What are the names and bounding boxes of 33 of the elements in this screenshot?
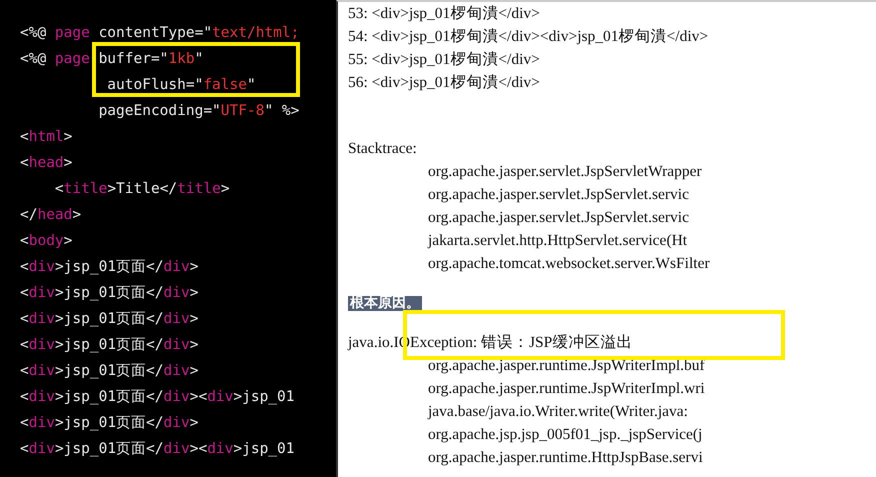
stack-frame: org.apache.jasper.servlet.JspServlet.servic — [348, 206, 876, 229]
stack-frame: org.apache.jasper.runtime.HttpJspBase.servi — [348, 446, 876, 469]
root-cause-heading: 根本原因。 — [348, 296, 422, 311]
source-line: 56: <div>jsp_01椤甸潰</div> — [348, 73, 541, 93]
code-line: <div>jsp_01页面</div> — [20, 414, 200, 433]
stack-frame: org.apache.jsp.jsp_005f01_jsp._jspService(j — [348, 423, 876, 446]
code-line: </head> — [20, 206, 82, 225]
code-line: <div>jsp_01页面</div><div>jsp_01 — [20, 440, 296, 459]
code-line: <body> — [20, 232, 74, 251]
stack-frame: org.apache.jasper.servlet.JspServletWrapper — [348, 160, 876, 183]
code-line: <head> — [20, 154, 74, 173]
code-line: <div>jsp_01页面</div> — [20, 336, 200, 355]
stack-frame: jakarta.servlet.http.HttpServlet.service(Ht — [348, 229, 876, 252]
code-line: <div>jsp_01页面</div> — [20, 362, 200, 381]
stacktrace-label: Stacktrace: — [348, 139, 418, 159]
code-line: <%@ page contentType="text/html; — [20, 24, 300, 43]
stack-frame: org.apache.jasper.runtime.JspWriterImpl.buf — [348, 354, 876, 377]
code-line: <div>jsp_01页面</div> — [20, 310, 200, 329]
stack-frame: org.apache.jasper.servlet.JspServlet.servic — [348, 183, 876, 206]
code-line: <div>jsp_01页面</div> — [20, 258, 200, 277]
stack-frame: java.base/java.io.Writer.write(Writer.java: — [348, 400, 876, 423]
stack-frame: org.apache.tomcat.websocket.server.WsFilter — [348, 252, 876, 275]
source-line: 55: <div>jsp_01椤甸潰</div> — [348, 50, 541, 70]
source-line: 53: <div>jsp_01椤甸潰</div> — [348, 4, 541, 24]
stack-frame: org.apache.jasper.runtime.JspWriterImpl.wri — [348, 377, 876, 400]
code-line: <title>Title</title> — [54, 180, 231, 199]
code-line: <html> — [20, 128, 74, 147]
source-line: 54: <div>jsp_01椤甸潰</div><div>jsp_01椤甸潰</div> — [348, 27, 710, 47]
code-line: <div>jsp_01页面</div> — [20, 284, 200, 303]
code-line: <div>jsp_01页面</div><div>jsp_01 — [20, 388, 296, 407]
code-line: autoFlush="false" — [106, 76, 257, 95]
code-line: pageEncoding="UTF-8" %> — [98, 102, 300, 121]
code-line: <%@ page buffer="1kb" — [20, 50, 204, 69]
